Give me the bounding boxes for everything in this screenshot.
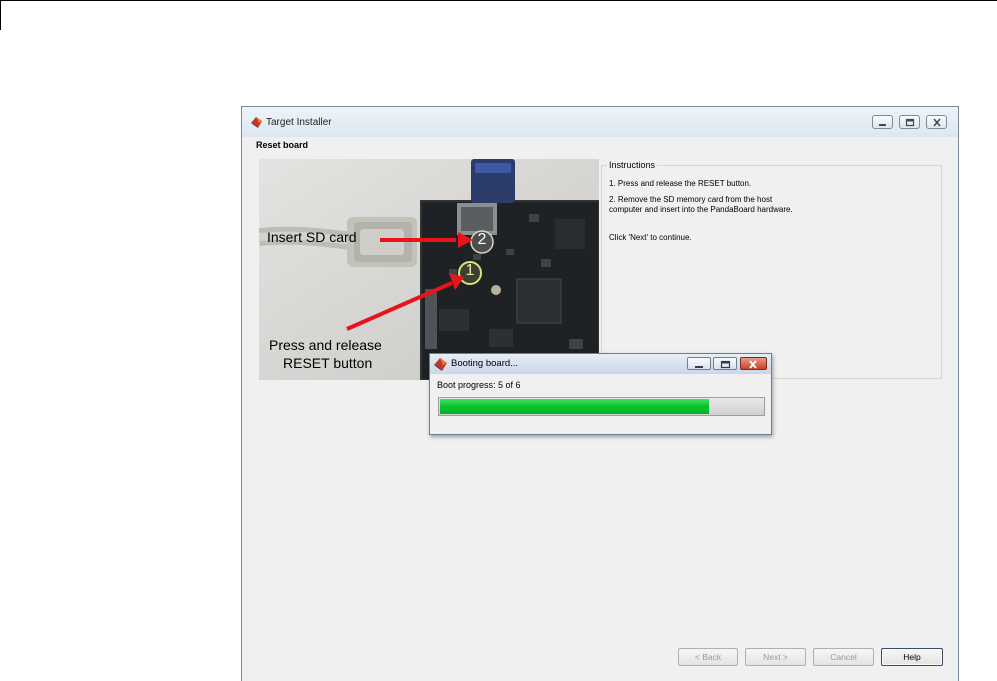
page-top-rule <box>0 0 997 1</box>
boot-progress-label: Boot progress: 5 of 6 <box>437 380 521 390</box>
back-button[interactable]: < Back <box>678 648 738 666</box>
marker-2: 2 <box>477 231 487 248</box>
dialog-maximize-button[interactable] <box>713 357 737 370</box>
matlab-icon <box>434 358 447 371</box>
pandaboard-reset-photo: Insert SD card 2 1 Press and release RES… <box>259 159 599 380</box>
maximize-button[interactable] <box>899 115 920 129</box>
instructions-legend: Instructions <box>607 160 658 170</box>
boot-progress-bar <box>438 397 765 416</box>
dialog-titlebar[interactable]: Booting board... <box>430 354 771 374</box>
press-release-label-line1: Press and release <box>269 337 382 353</box>
booting-board-dialog: Booting board... Boot progress: 5 of 6 <box>429 353 772 435</box>
matlab-icon <box>251 117 262 128</box>
step-title: Reset board <box>256 140 309 150</box>
next-button[interactable]: Next > <box>745 648 806 666</box>
help-button[interactable]: Help <box>881 648 943 666</box>
dialog-close-button[interactable] <box>740 357 767 370</box>
press-release-label-line2: RESET button <box>283 355 373 371</box>
instruction-continue: Click 'Next' to continue. <box>609 233 692 242</box>
maximize-icon <box>720 360 731 369</box>
window-title: Target Installer <box>266 117 332 128</box>
dialog-title: Booting board... <box>451 358 519 369</box>
instruction-step-1: 1. Press and release the RESET button. <box>609 179 752 188</box>
maximize-icon <box>905 118 915 127</box>
close-button[interactable] <box>926 115 947 129</box>
instruction-step-2-line1: 2. Remove the SD memory card from the ho… <box>609 195 773 204</box>
close-icon <box>749 360 757 369</box>
close-icon <box>933 118 941 127</box>
minimize-icon <box>695 366 703 368</box>
insert-sd-card-label: Insert SD card <box>267 229 357 245</box>
boot-progress-fill <box>440 399 709 414</box>
marker-1: 1 <box>465 262 475 279</box>
instruction-step-2-line2: computer and insert into the PandaBoard … <box>609 205 793 214</box>
minimize-icon <box>879 124 886 126</box>
page-corner-tick <box>0 0 1 30</box>
window-titlebar[interactable]: Target Installer <box>242 107 958 137</box>
dialog-minimize-button[interactable] <box>687 357 711 370</box>
cancel-button[interactable]: Cancel <box>813 648 874 666</box>
minimize-button[interactable] <box>872 115 893 129</box>
